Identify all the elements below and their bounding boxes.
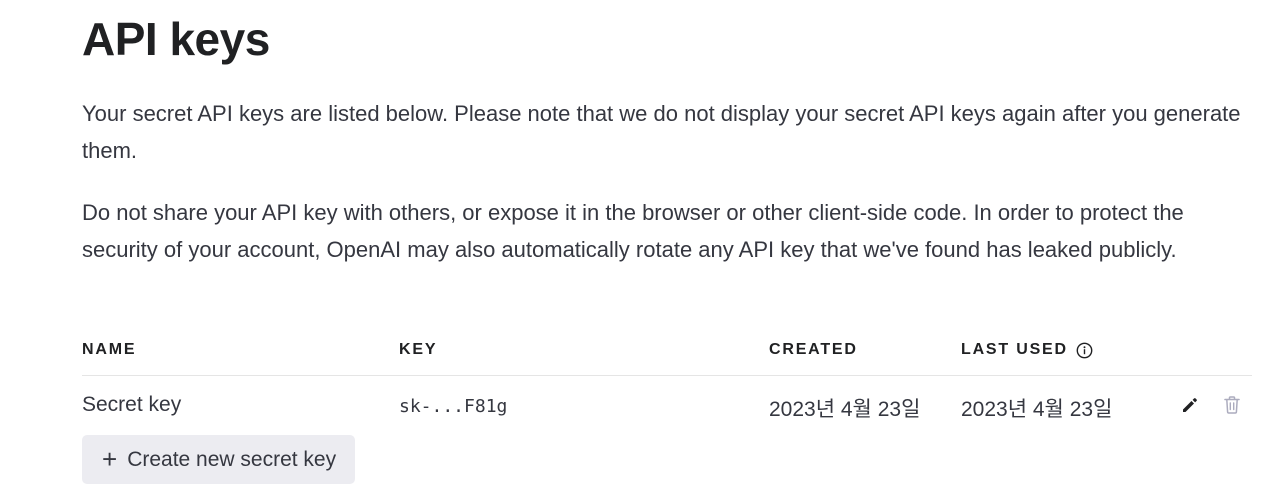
header-key: KEY [399, 341, 438, 358]
page-title: API keys [82, 13, 270, 65]
api-keys-page: API keys Your secret API keys are listed… [0, 0, 1280, 492]
header-created: CREATED [769, 341, 858, 358]
key-created-date: 2023년 4월 23일 [769, 398, 921, 421]
header-name: NAME [82, 341, 137, 358]
key-value: sk-...F81g [399, 396, 508, 417]
security-warning-text: Do not share your API key with others, o… [82, 200, 1184, 262]
trash-icon [1224, 396, 1240, 414]
key-name: Secret key [82, 393, 182, 416]
plus-icon: + [102, 443, 118, 474]
delete-key-button[interactable] [1221, 394, 1243, 416]
table-row: Secret key sk-...F81g 2023년 4월 23일 2023년… [82, 376, 1252, 434]
create-button-label: Create new secret key [127, 447, 337, 471]
info-icon[interactable] [1076, 342, 1093, 359]
table-header: NAME KEY CREATED LAST USED [82, 333, 1252, 376]
pencil-icon [1183, 398, 1197, 412]
header-last-used: LAST USED [961, 341, 1093, 359]
api-keys-table: NAME KEY CREATED LAST USED Secret key sk… [82, 333, 1252, 434]
edit-key-button[interactable] [1179, 394, 1201, 416]
key-last-used-date: 2023년 4월 23일 [961, 398, 1113, 421]
intro-text: Your secret API keys are listed below. P… [82, 101, 1241, 163]
create-new-secret-key-button[interactable]: + Create new secret key [82, 435, 356, 484]
header-last-used-label: LAST USED [961, 341, 1068, 358]
